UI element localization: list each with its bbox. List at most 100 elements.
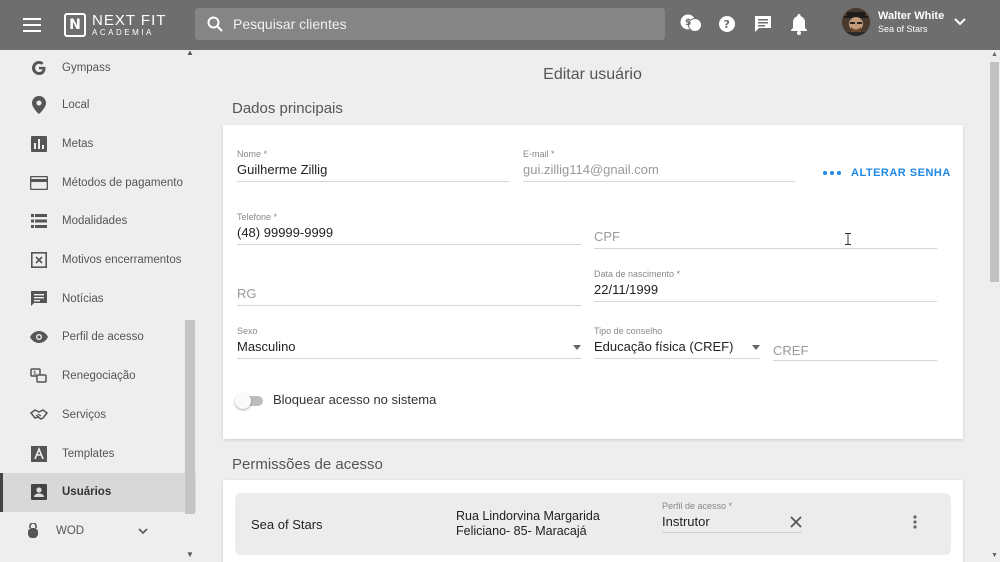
sexo-select[interactable]: Sexo Masculino (237, 326, 581, 359)
page-scrollbar[interactable]: ▲ ▼ (989, 50, 1000, 562)
email-input[interactable]: gui.zillig114@gnail.com (523, 160, 795, 182)
cref-field[interactable]: CREF (773, 337, 937, 361)
search-input[interactable] (233, 16, 633, 32)
renegotiation-icon: $ (30, 367, 48, 385)
text-cursor-icon (845, 233, 851, 245)
address-line-1: Rua Lindorvina Margarida (456, 509, 600, 523)
letter-a-icon (30, 445, 48, 463)
permission-row: Sea of Stars Rua Lindorvina Margarida Fe… (235, 493, 951, 555)
google-g-icon (30, 59, 48, 77)
sexo-value[interactable]: Masculino (237, 337, 581, 359)
alterar-senha-label: ALTERAR SENHA (851, 167, 951, 179)
sidebar-item-metodos-pagamento[interactable]: Métodos de pagamento (0, 163, 196, 202)
user-menu[interactable]: Walter White Sea of Stars (842, 8, 966, 36)
avatar (842, 8, 870, 36)
section-title-dados: Dados principais (232, 100, 343, 117)
sidebar-item-label: Local (62, 99, 90, 112)
sidebar-item-motivos-encerramentos[interactable]: Motivos encerramentos (0, 241, 196, 280)
sidebar-item-usuarios[interactable]: Usuários (0, 472, 196, 512)
help-icon: ? (719, 16, 735, 32)
nascimento-label: Data de nascimento * (594, 269, 681, 279)
conselho-selected: Educação física (CREF) (594, 339, 734, 354)
sidebar-item-metas[interactable]: Metas (0, 125, 196, 164)
perfil-acesso-input[interactable]: Instrutor (662, 513, 802, 533)
logo-subtitle: ACADEMIA (92, 28, 154, 37)
sidebar-item-wod[interactable]: WOD (0, 512, 196, 551)
message-icon (755, 16, 771, 32)
nascimento-input[interactable]: 22/11/1999 (594, 280, 937, 302)
credit-card-icon (30, 174, 48, 192)
sidebar-item-gympass[interactable]: Gympass (0, 50, 196, 86)
sidebar-item-label: Notícias (62, 292, 104, 305)
nascimento-field[interactable]: Data de nascimento * 22/11/1999 (594, 269, 937, 302)
sidebar-scroll-up-icon[interactable]: ▲ (186, 48, 194, 57)
more-options-button[interactable] (913, 515, 917, 534)
sexo-selected: Masculino (237, 339, 296, 354)
svg-text:$: $ (685, 18, 691, 28)
more-vertical-icon (913, 515, 917, 529)
permission-organization: Sea of Stars (251, 517, 323, 532)
conselho-select[interactable]: Tipo de conselho Educação física (CREF) (594, 326, 760, 359)
email-field[interactable]: E-mail * gui.zillig114@gnail.com (523, 149, 795, 182)
sidebar-item-label: Perfil de acesso (62, 331, 144, 344)
sidebar-item-templates[interactable]: Templates (0, 434, 196, 473)
messages-button[interactable] (750, 10, 776, 38)
nome-label: Nome * (237, 149, 268, 159)
app-logo[interactable]: N NEXT FIT ACADEMIA (64, 13, 194, 37)
sidebar-item-label: Gympass (62, 62, 111, 74)
hamburger-icon (23, 18, 41, 32)
telefone-input[interactable]: (48) 99999-9999 (237, 223, 581, 245)
sidebar-scroll-down-icon[interactable]: ▼ (186, 550, 194, 559)
perfil-acesso-field[interactable]: Perfil de acesso * Instrutor (662, 501, 802, 533)
financial-chat-button[interactable]: $ (678, 10, 704, 38)
bar-chart-icon (30, 135, 48, 153)
sidebar: Gympass Local Metas Métodos de pagamento… (0, 48, 196, 562)
nome-input[interactable]: Guilherme Zillig (237, 160, 509, 182)
notifications-button[interactable] (786, 10, 812, 38)
telefone-field[interactable]: Telefone * (48) 99999-9999 (237, 212, 581, 245)
rg-input[interactable]: RG (237, 280, 581, 306)
clear-perfil-button[interactable] (790, 515, 802, 533)
permissions-card: Sea of Stars Rua Lindorvina Margarida Fe… (223, 480, 963, 562)
sidebar-item-perfil-acesso[interactable]: Perfil de acesso (0, 318, 196, 357)
account-box-icon (30, 483, 48, 501)
logo-mark: N (64, 13, 86, 37)
alterar-senha-button[interactable]: ALTERAR SENHA (823, 167, 951, 179)
sidebar-item-renegociacao[interactable]: $ Renegociação (0, 357, 196, 396)
nome-field[interactable]: Nome * Guilherme Zillig (237, 149, 509, 182)
sidebar-item-label: Métodos de pagamento (62, 176, 183, 189)
toggle-switch[interactable] (235, 392, 265, 409)
logo-title: NEXT FIT (92, 12, 167, 29)
handshake-icon (30, 406, 48, 424)
cpf-field[interactable]: CPF (594, 223, 937, 249)
sidebar-item-servicos[interactable]: Serviços (0, 396, 196, 435)
rg-field[interactable]: RG (237, 280, 581, 306)
sidebar-item-label: Modalidades (62, 215, 128, 228)
dropdown-arrow-icon (573, 345, 581, 350)
scroll-up-icon[interactable]: ▲ (991, 51, 998, 58)
scroll-down-icon[interactable]: ▼ (991, 552, 998, 559)
cpf-input[interactable]: CPF (594, 223, 937, 249)
conselho-value[interactable]: Educação física (CREF) (594, 337, 760, 359)
sidebar-item-local[interactable]: Local (0, 86, 196, 125)
search-bar[interactable] (195, 8, 665, 40)
sidebar-item-label: WOD (56, 524, 85, 537)
user-organization: Sea of Stars (878, 24, 928, 34)
bloquear-acesso-toggle[interactable]: Bloquear acesso no sistema (235, 392, 436, 409)
sidebar-item-modalidades[interactable]: Modalidades (0, 202, 196, 241)
telefone-label: Telefone * (237, 212, 278, 222)
page-scrollbar-thumb[interactable] (990, 62, 999, 282)
page-title: Editar usuário (543, 66, 642, 83)
bell-icon (791, 14, 807, 35)
help-button[interactable]: ? (714, 10, 740, 38)
hamburger-menu-button[interactable] (0, 0, 64, 50)
main-content: Editar usuário Dados principais Nome * G… (196, 50, 989, 562)
sidebar-scrollbar-thumb[interactable] (185, 320, 195, 514)
sidebar-item-label: Serviços (62, 408, 107, 421)
email-label: E-mail * (523, 149, 555, 159)
sidebar-item-label: Usuários (62, 486, 112, 499)
sidebar-item-noticias[interactable]: Notícias (0, 279, 196, 318)
cref-input[interactable]: CREF (773, 337, 937, 361)
section-title-permissoes: Permissões de acesso (232, 456, 383, 473)
dropdown-arrow-icon (752, 345, 760, 350)
